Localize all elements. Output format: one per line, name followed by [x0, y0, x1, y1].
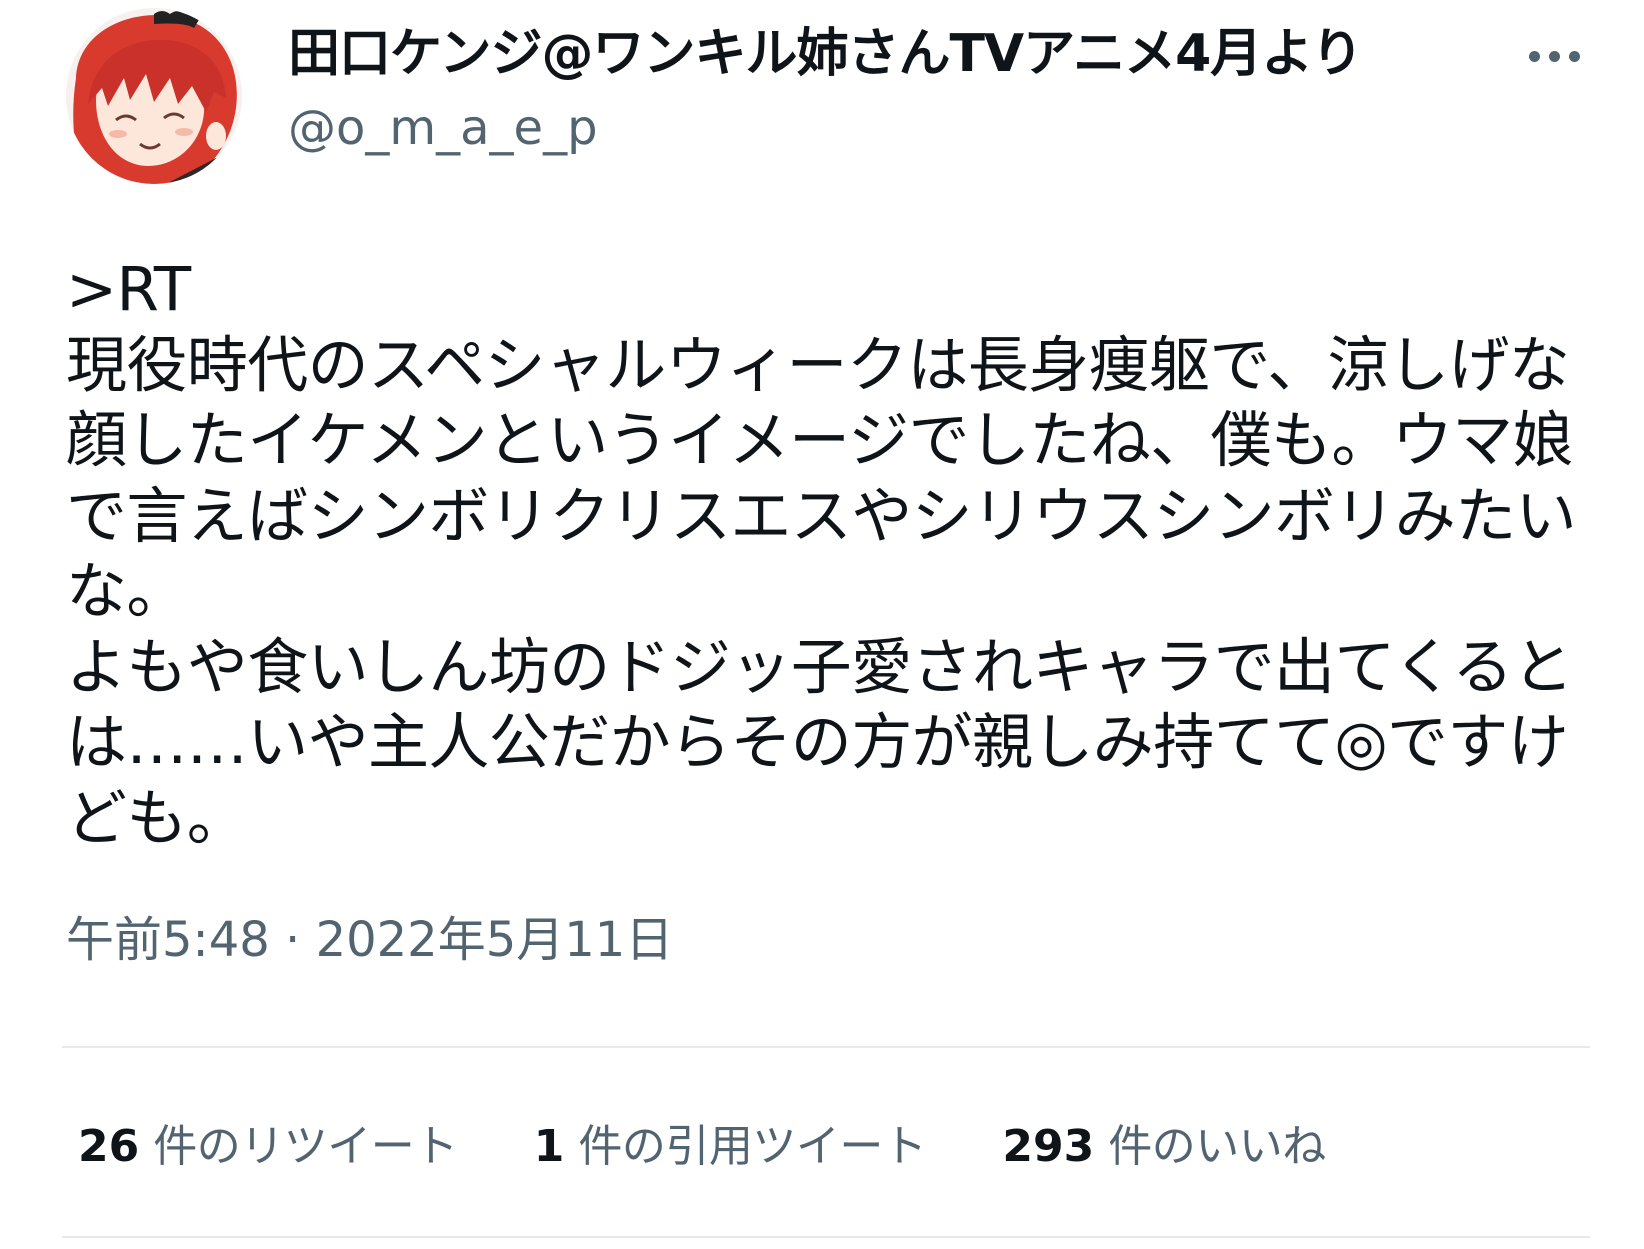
more-horizontal-icon-dot [1548, 50, 1560, 62]
retweets-count: 26 [78, 1121, 140, 1172]
likes-count: 293 [1002, 1121, 1095, 1172]
quote-tweets-stat[interactable]: 1 件の引用ツイート [534, 1110, 927, 1174]
divider [62, 1236, 1590, 1238]
quote-tweets-count: 1 [533, 1121, 565, 1172]
tweet-card: 田口ケンジ@ワンキル姉さんTVアニメ4月より @o_m_a_e_p >RT 現役… [0, 0, 1644, 1249]
engagement-stats: 26 件のリツイート 1 件の引用ツイート 293 件のいいね [78, 1108, 1402, 1176]
more-options-button[interactable] [1512, 26, 1596, 86]
likes-label: 件のいいね [1108, 1121, 1326, 1172]
author-display-name[interactable]: 田口ケンジ@ワンキル姉さんTVアニメ4月より [288, 18, 1363, 90]
tweet-timestamp[interactable]: 午前5:48 · 2022年5月11日 [66, 908, 673, 972]
author-handle[interactable]: @o_m_a_e_p [288, 96, 598, 160]
retweets-label: 件のリツイート [153, 1121, 458, 1172]
divider [62, 1046, 1590, 1048]
more-horizontal-icon [1528, 50, 1540, 62]
likes-stat[interactable]: 293 件のいいね [1002, 1110, 1326, 1174]
avatar-image [66, 8, 242, 184]
tweet-text: >RT 現役時代のスペシャルウィークは長身痩躯で、涼しげな顔したイケメンというイ… [66, 254, 1577, 854]
author-avatar[interactable] [66, 8, 242, 184]
more-horizontal-icon-dot [1568, 50, 1580, 62]
retweets-stat[interactable]: 26 件のリツイート [78, 1110, 458, 1174]
quote-tweets-label: 件の引用ツイート [578, 1121, 927, 1172]
